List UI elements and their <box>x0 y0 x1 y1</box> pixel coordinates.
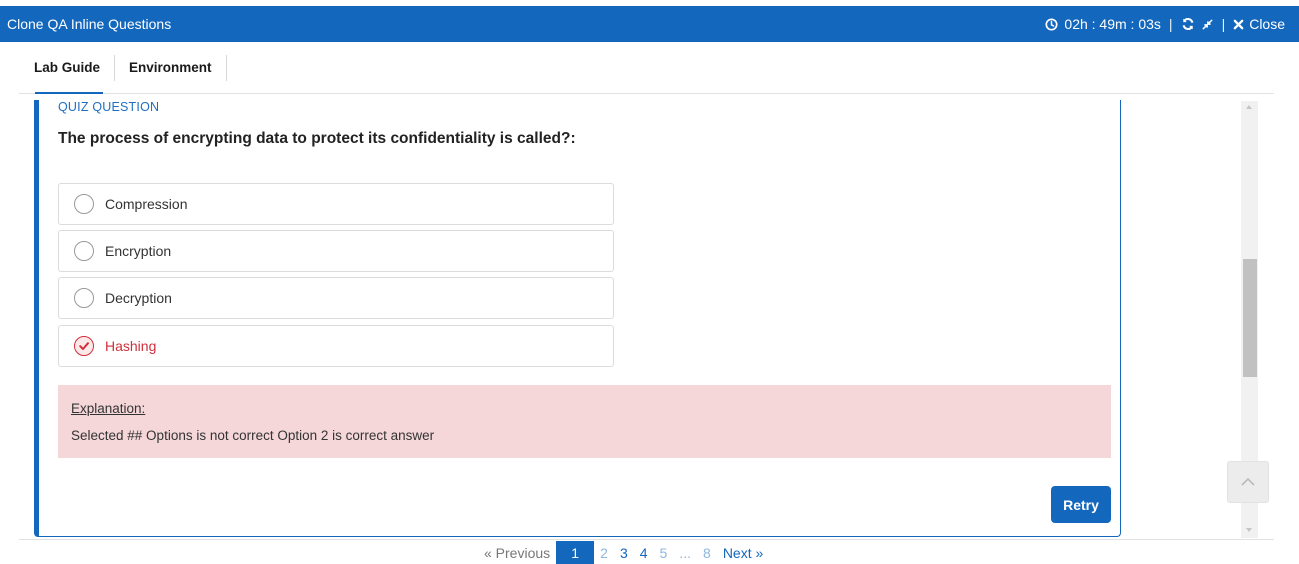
option-label: Compression <box>105 196 188 212</box>
option-label: Encryption <box>105 243 172 259</box>
tab-lab-guide[interactable]: Lab Guide <box>19 54 116 81</box>
tab-environment[interactable]: Environment <box>115 54 227 81</box>
scroll-down-arrow-icon[interactable] <box>1246 528 1252 532</box>
close-button[interactable]: Close <box>1233 16 1285 32</box>
scroll-thumb[interactable] <box>1243 259 1257 377</box>
chevron-up-icon <box>1241 477 1255 486</box>
tab-bar: Lab Guide Environment <box>19 42 1274 94</box>
quiz-label: QUIZ QUESTION <box>58 100 160 114</box>
checkmark-icon <box>79 342 89 350</box>
timer-text: 02h : 49m : 03s <box>1064 16 1161 32</box>
next-page-link[interactable]: Next » <box>717 545 769 561</box>
close-label: Close <box>1249 16 1285 32</box>
page-ellipsis: ... <box>679 544 692 561</box>
previous-page-link[interactable]: « Previous <box>478 545 556 561</box>
divider: | <box>1168 16 1173 32</box>
title-bar-controls: 02h : 49m : 03s | | Close <box>1045 16 1285 32</box>
explanation-title: Explanation: <box>71 401 146 416</box>
close-icon <box>1233 19 1244 29</box>
quiz-card: QUIZ QUESTION The process of encrypting … <box>34 100 1121 537</box>
option-decryption[interactable]: Decryption <box>58 277 614 319</box>
option-hashing[interactable]: Hashing <box>58 325 614 367</box>
back-to-top-button[interactable] <box>1227 461 1269 503</box>
clock-icon <box>1045 17 1058 31</box>
option-compression[interactable]: Compression <box>58 183 614 225</box>
radio-button[interactable] <box>74 194 94 214</box>
divider <box>19 539 1274 540</box>
scroll-up-arrow-icon[interactable] <box>1246 105 1252 109</box>
explanation-text: Selected ## Options is not correct Optio… <box>71 428 435 443</box>
refresh-icon[interactable] <box>1181 17 1195 31</box>
page-8[interactable]: 8 <box>697 545 717 561</box>
retry-button[interactable]: Retry <box>1051 486 1111 523</box>
window-title: Clone QA Inline Questions <box>7 16 172 32</box>
question-text: The process of encrypting data to protec… <box>58 130 576 147</box>
option-encryption[interactable]: Encryption <box>58 230 614 272</box>
page-4[interactable]: 4 <box>634 545 654 561</box>
option-label: Decryption <box>105 290 172 306</box>
explanation-panel: Explanation: Selected ## Options is not … <box>58 385 1111 458</box>
page-5[interactable]: 5 <box>654 545 674 561</box>
radio-button[interactable] <box>74 288 94 308</box>
pagination: « Previous 1 2 3 4 5 ... 8 Next » <box>478 541 769 564</box>
page-3[interactable]: 3 <box>614 545 634 561</box>
page-1[interactable]: 1 <box>556 541 595 564</box>
active-tab-indicator <box>35 92 103 94</box>
title-bar: Clone QA Inline Questions 02h : 49m : 03… <box>0 0 1299 42</box>
radio-button[interactable] <box>74 241 94 261</box>
divider: | <box>1221 16 1226 32</box>
minimize-arrows-icon[interactable] <box>1201 18 1214 31</box>
option-label: Hashing <box>105 338 157 354</box>
radio-button-checked[interactable] <box>74 336 94 356</box>
page-2[interactable]: 2 <box>594 545 614 561</box>
